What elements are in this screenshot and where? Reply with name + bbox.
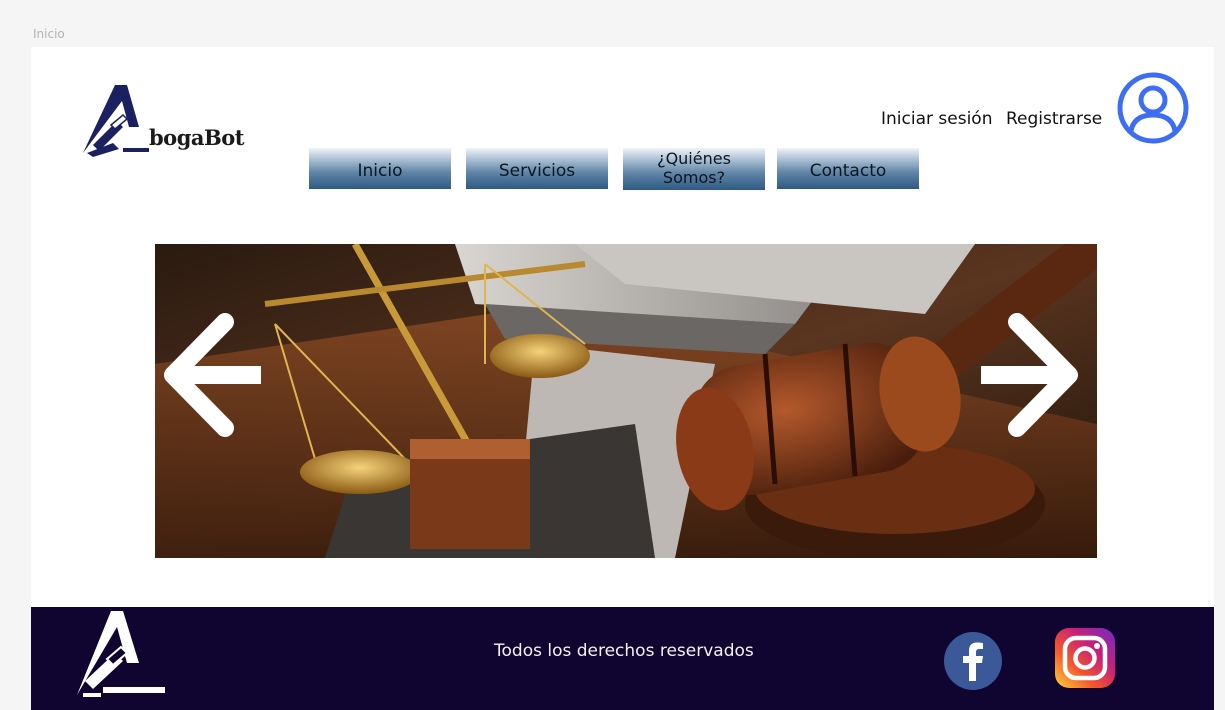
copyright-text: Todos los derechos reservados xyxy=(494,641,754,661)
frame-label: Inicio xyxy=(33,27,65,41)
nav-label: Inicio xyxy=(357,161,403,181)
nav-label: Servicios xyxy=(498,161,576,181)
nav-item-inicio[interactable]: Inicio xyxy=(309,148,451,189)
register-link[interactable]: Registrarse xyxy=(1006,109,1102,129)
nav-item-contacto[interactable]: Contacto xyxy=(777,148,919,189)
instagram-icon[interactable] xyxy=(1053,626,1117,690)
arrow-right-icon[interactable] xyxy=(977,310,1085,440)
nav-item-quienes-somos[interactable]: ¿Quiénes Somos? xyxy=(623,148,765,190)
nav-label-line1: ¿Quiénes xyxy=(657,149,731,168)
arrow-left-icon[interactable] xyxy=(157,310,265,440)
facebook-icon[interactable] xyxy=(943,631,1003,691)
nav-label: Contacto xyxy=(809,161,887,181)
nav-label-line2: Somos? xyxy=(662,168,726,187)
brand-name: bogaBot xyxy=(149,125,244,150)
user-circle-icon[interactable] xyxy=(1116,71,1190,145)
footer-logo-icon xyxy=(77,611,165,697)
login-link[interactable]: Iniciar sesión xyxy=(881,109,992,129)
nav-item-servicios[interactable]: Servicios xyxy=(466,148,608,189)
footer: Todos los derechos reservados xyxy=(31,607,1214,710)
hero-carousel-image xyxy=(155,244,1097,558)
